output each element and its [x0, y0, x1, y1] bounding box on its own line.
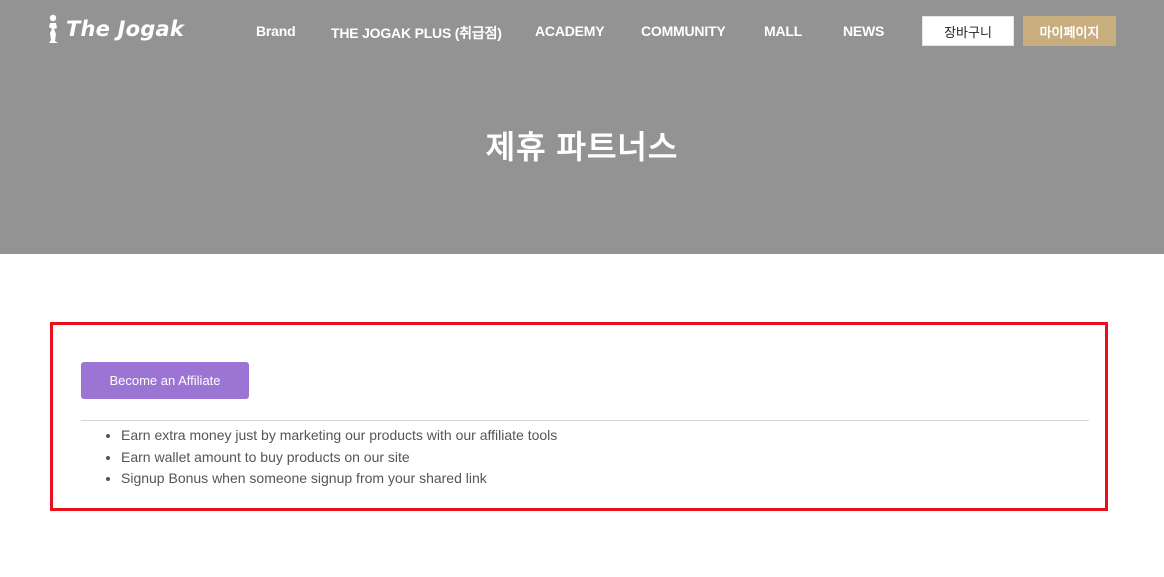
affiliate-section: Become an Affiliate Earn extra money jus… [50, 322, 1108, 511]
divider [81, 420, 1089, 421]
become-affiliate-button[interactable]: Become an Affiliate [81, 362, 249, 399]
page-title: 제휴 파트너스 [485, 129, 679, 165]
nav-item-brand[interactable]: Brand [256, 23, 296, 39]
logo-text: The Jogak [66, 17, 185, 41]
benefit-item: Earn wallet amount to buy products on ou… [121, 447, 557, 469]
hero-banner: The Jogak Brand THE JOGAK PLUS (취급점) ACA… [0, 0, 1164, 254]
affiliate-benefits-list: Earn extra money just by marketing our p… [121, 425, 557, 490]
mypage-button[interactable]: 마이페이지 [1023, 16, 1116, 46]
cart-button[interactable]: 장바구니 [922, 16, 1014, 46]
nav-item-jogak-plus[interactable]: THE JOGAK PLUS (취급점) [331, 23, 502, 43]
benefit-item: Signup Bonus when someone signup from yo… [121, 468, 557, 490]
nav-item-news[interactable]: NEWS [843, 23, 884, 39]
sculpture-logo-icon [49, 14, 58, 43]
nav-item-community[interactable]: COMMUNITY [641, 23, 726, 39]
nav-item-mall[interactable]: MALL [764, 23, 802, 39]
logo-link[interactable]: The Jogak [46, 14, 184, 44]
benefit-item: Earn extra money just by marketing our p… [121, 425, 557, 447]
nav-item-academy[interactable]: ACADEMY [535, 23, 605, 39]
